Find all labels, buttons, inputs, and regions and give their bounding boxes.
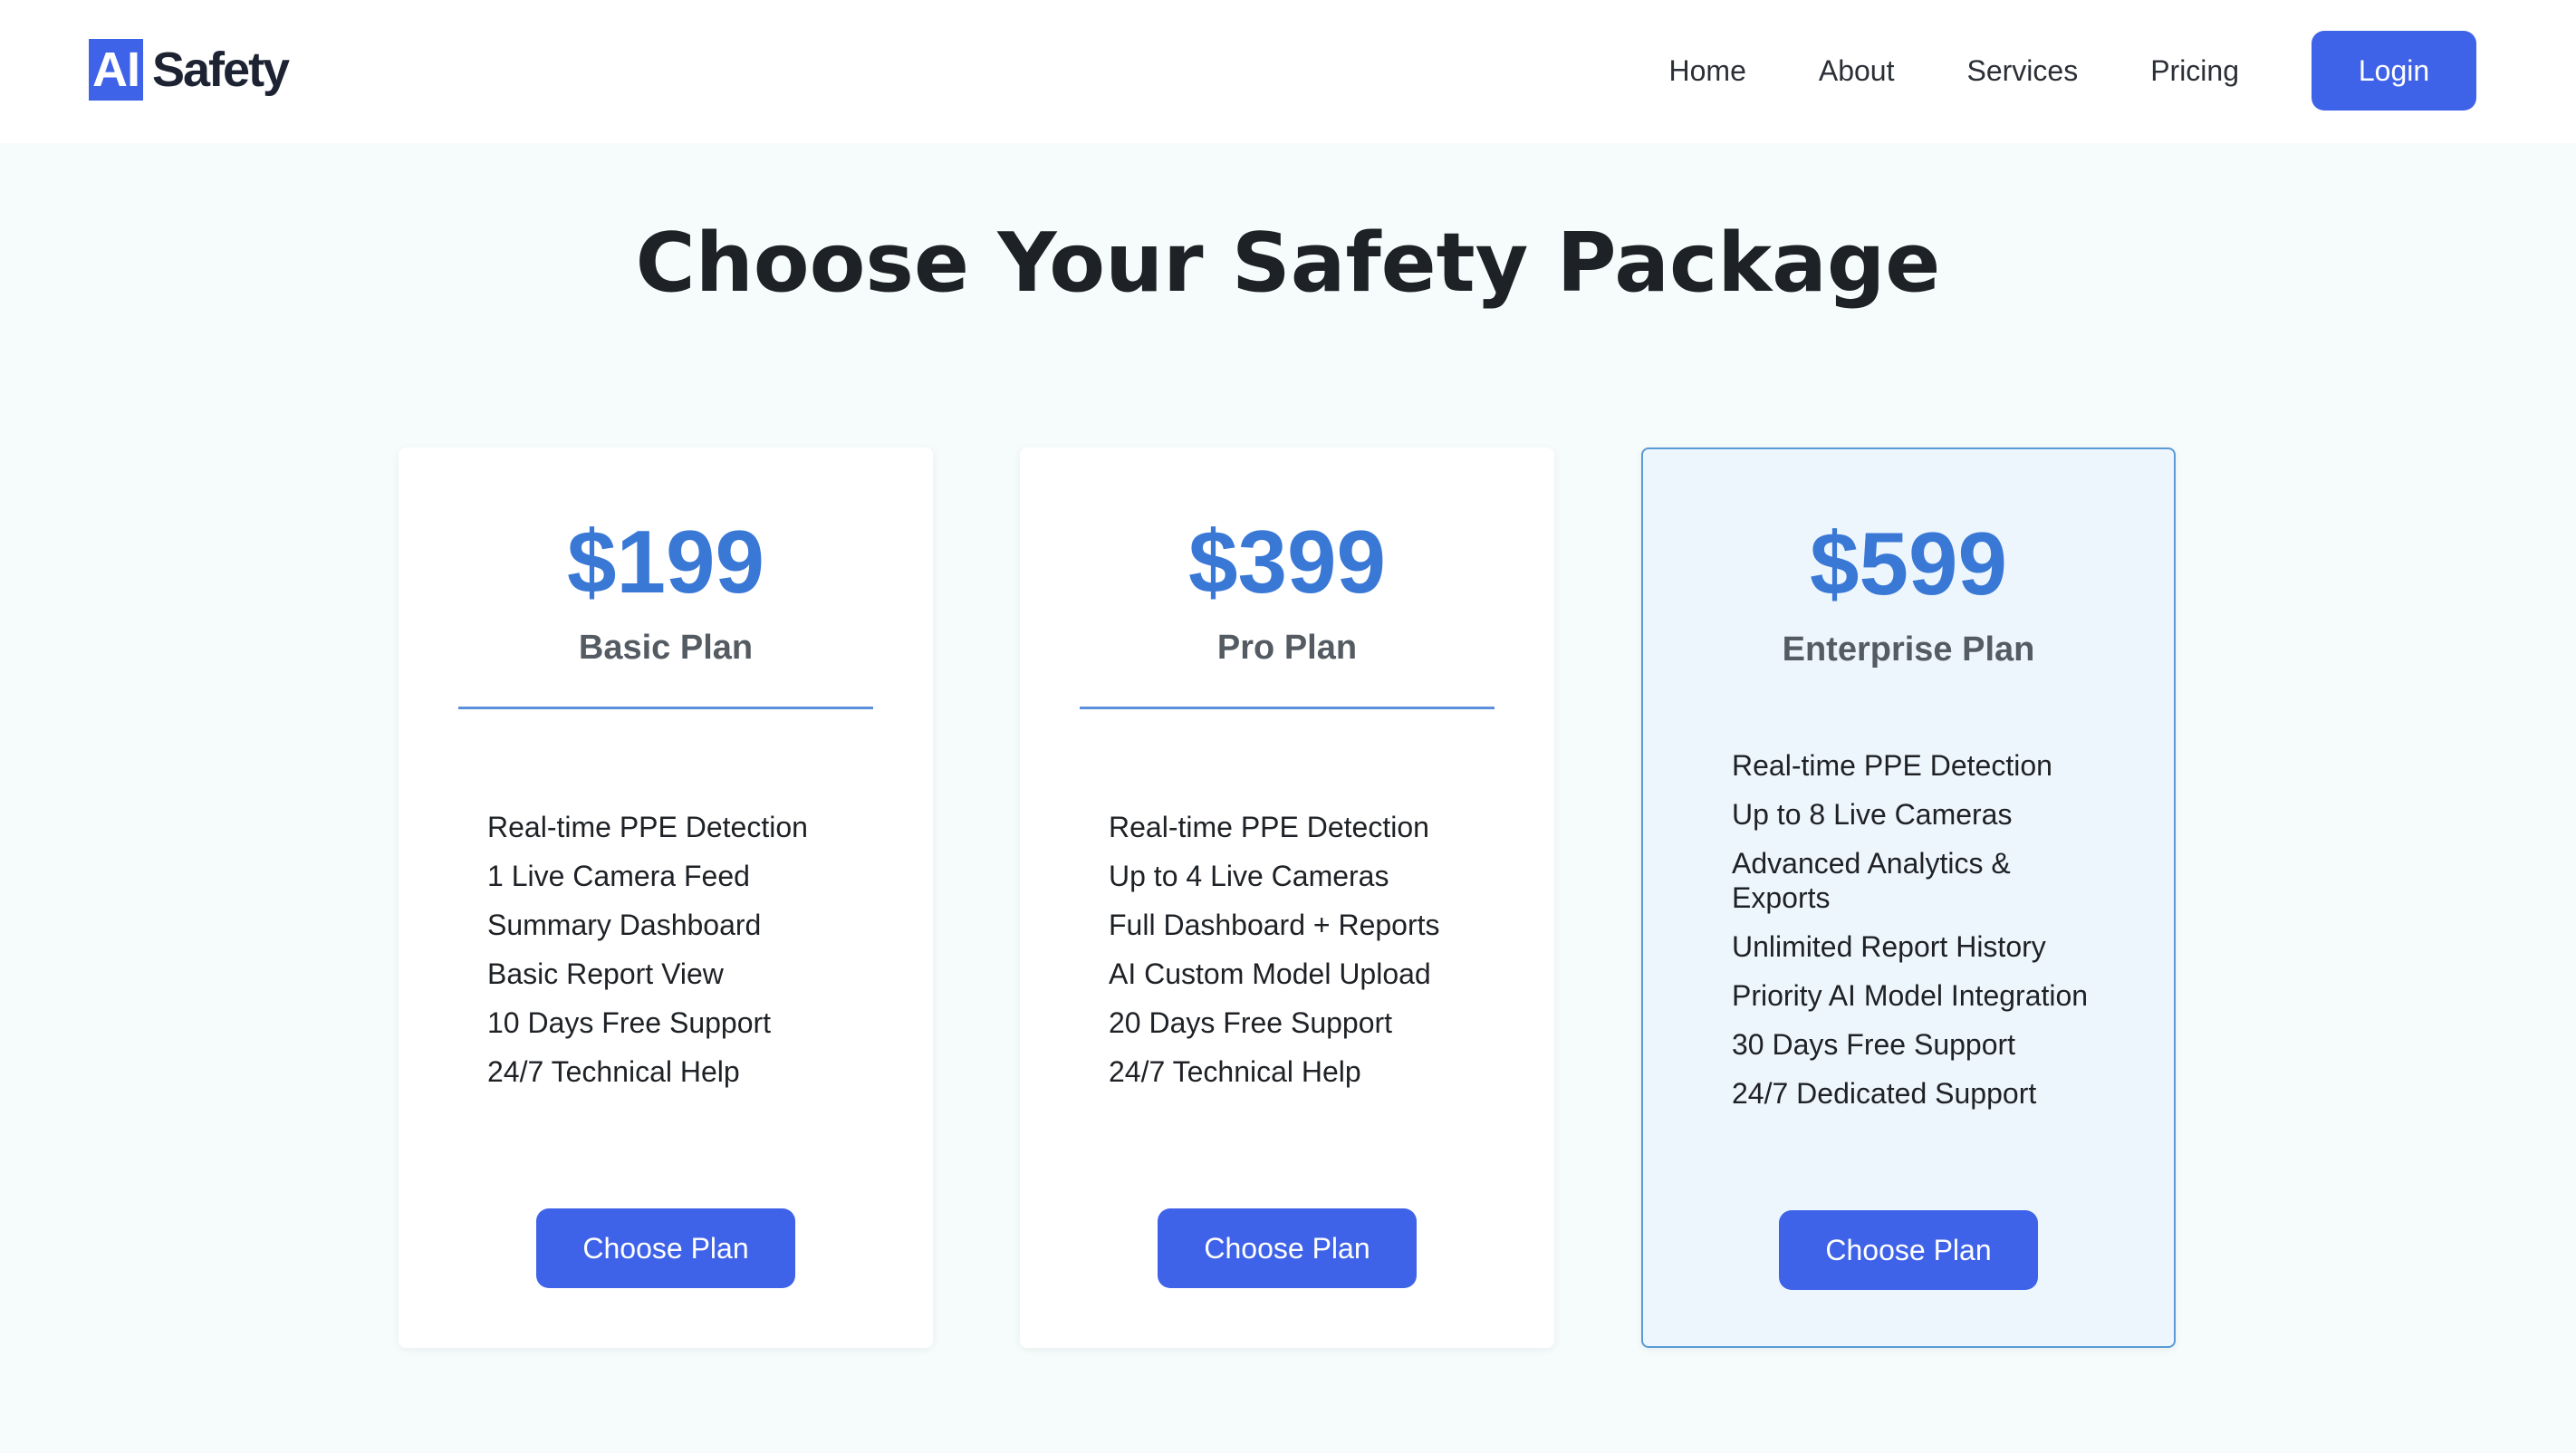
feature-item: 10 Days Free Support: [487, 1006, 772, 1039]
choose-plan-button[interactable]: Choose Plan: [1158, 1208, 1417, 1288]
plan-price: $599: [1809, 514, 2007, 613]
choose-plan-button[interactable]: Choose Plan: [1779, 1210, 2038, 1290]
choose-plan-button[interactable]: Choose Plan: [536, 1208, 795, 1288]
feature-item: AI Custom Model Upload: [1109, 957, 1431, 990]
feature-item: Summary Dashboard: [487, 909, 762, 941]
logo-badge: AI: [89, 39, 143, 101]
feature-list: Real-time PPE Detection Up to 8 Live Cam…: [1732, 748, 2112, 1125]
feature-item: Real-time PPE Detection: [1732, 749, 2052, 782]
feature-item: Advanced Analytics & Exports: [1732, 847, 2011, 914]
login-button[interactable]: Login: [2312, 31, 2476, 111]
plan-price: $399: [1187, 512, 1386, 611]
plan-name: Enterprise Plan: [1782, 630, 2035, 669]
plan-divider: [1080, 707, 1495, 709]
logo[interactable]: AI Safety: [89, 38, 290, 101]
nav-link-pricing[interactable]: Pricing: [2150, 54, 2239, 88]
feature-item: Real-time PPE Detection: [487, 811, 808, 843]
feature-item: 30 Days Free Support: [1732, 1028, 2016, 1061]
plan-price: $199: [566, 512, 764, 611]
logo-text: Safety: [152, 43, 290, 97]
nav-link-about[interactable]: About: [1819, 54, 1895, 88]
feature-item: 24/7 Dedicated Support: [1732, 1077, 2037, 1110]
feature-item: Unlimited Report History: [1732, 930, 2046, 963]
pricing-card-enterprise: $599 Enterprise Plan Real-time PPE Detec…: [1641, 447, 2176, 1348]
nav-link-services[interactable]: Services: [1966, 54, 2078, 88]
nav-link-home[interactable]: Home: [1669, 54, 1746, 88]
plan-name: Basic Plan: [578, 629, 754, 667]
feature-list: Real-time PPE Detection 1 Live Camera Fe…: [487, 810, 868, 1103]
feature-list: Real-time PPE Detection Up to 4 Live Cam…: [1109, 810, 1489, 1103]
main-nav: Home About Services Pricing Login: [1669, 31, 2476, 111]
feature-item: Real-time PPE Detection: [1109, 811, 1429, 843]
site-header: AI Safety Home About Services Pricing Lo…: [0, 0, 2576, 143]
feature-item: 24/7 Technical Help: [1109, 1055, 1361, 1088]
pricing-card-basic: $199 Basic Plan Real-time PPE Detection …: [399, 447, 933, 1348]
feature-item: Basic Report View: [487, 957, 724, 990]
feature-item: Up to 4 Live Cameras: [1109, 860, 1389, 892]
page-title: Choose Your Safety Package: [635, 216, 1941, 311]
feature-item: Full Dashboard + Reports: [1109, 909, 1440, 941]
feature-item: 1 Live Camera Feed: [487, 860, 750, 892]
plan-divider: [458, 707, 873, 709]
feature-item: 24/7 Technical Help: [487, 1055, 740, 1088]
feature-item: Priority AI Model Integration: [1732, 979, 2089, 1012]
plan-name: Pro Plan: [1216, 629, 1358, 667]
feature-item: 20 Days Free Support: [1109, 1006, 1393, 1039]
pricing-card-pro: $399 Pro Plan Real-time PPE Detection Up…: [1020, 447, 1554, 1348]
feature-item: Up to 8 Live Cameras: [1732, 798, 2013, 831]
